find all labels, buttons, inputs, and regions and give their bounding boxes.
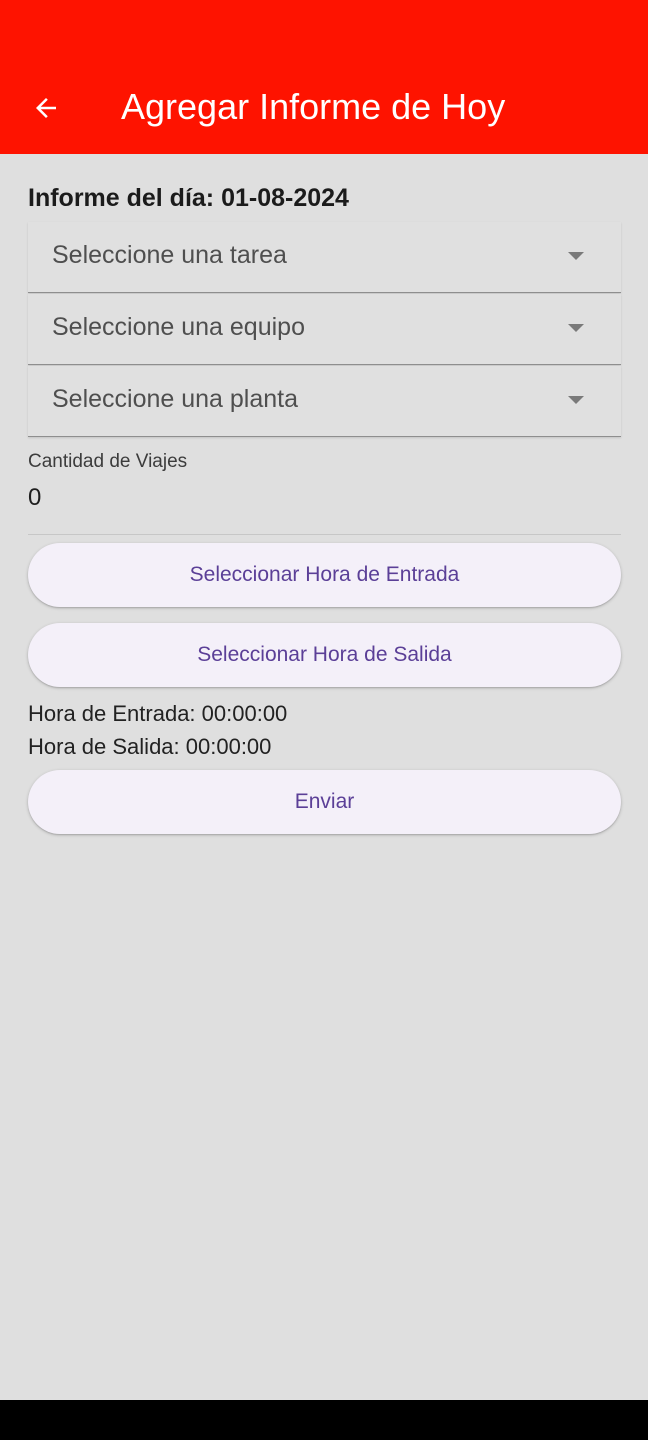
trips-input-underline — [28, 534, 621, 535]
caret-down-icon — [568, 324, 584, 332]
select-entry-time-button[interactable]: Seleccionar Hora de Entrada — [28, 543, 621, 607]
report-date-heading: Informe del día: 01-08-2024 — [28, 184, 349, 212]
page-title: Agregar Informe de Hoy — [121, 86, 506, 127]
task-dropdown[interactable]: Seleccione una tarea — [28, 222, 621, 293]
submit-button[interactable]: Enviar — [28, 770, 621, 834]
equipment-dropdown[interactable]: Seleccione una equipo — [28, 294, 621, 365]
plant-dropdown[interactable]: Seleccione una planta — [28, 366, 621, 437]
arrow-left-icon — [36, 98, 56, 118]
plant-dropdown-placeholder: Seleccione una planta — [52, 385, 299, 413]
equipment-dropdown-placeholder: Seleccione una equipo — [52, 313, 305, 341]
entry-time-text: Hora de Entrada: 00:00:00 — [28, 701, 288, 726]
trips-count-input[interactable]: 0 — [28, 484, 41, 512]
select-exit-time-button[interactable]: Seleccionar Hora de Salida — [28, 623, 621, 687]
app-bar: Agregar Informe de Hoy — [0, 0, 648, 154]
caret-down-icon — [568, 396, 584, 404]
caret-down-icon — [568, 252, 584, 260]
task-dropdown-placeholder: Seleccione una tarea — [52, 241, 287, 269]
back-button[interactable] — [22, 84, 70, 132]
system-navigation-bar — [0, 1400, 648, 1440]
exit-time-text: Hora de Salida: 00:00:00 — [28, 734, 272, 759]
trips-count-label: Cantidad de Viajes — [28, 451, 188, 472]
